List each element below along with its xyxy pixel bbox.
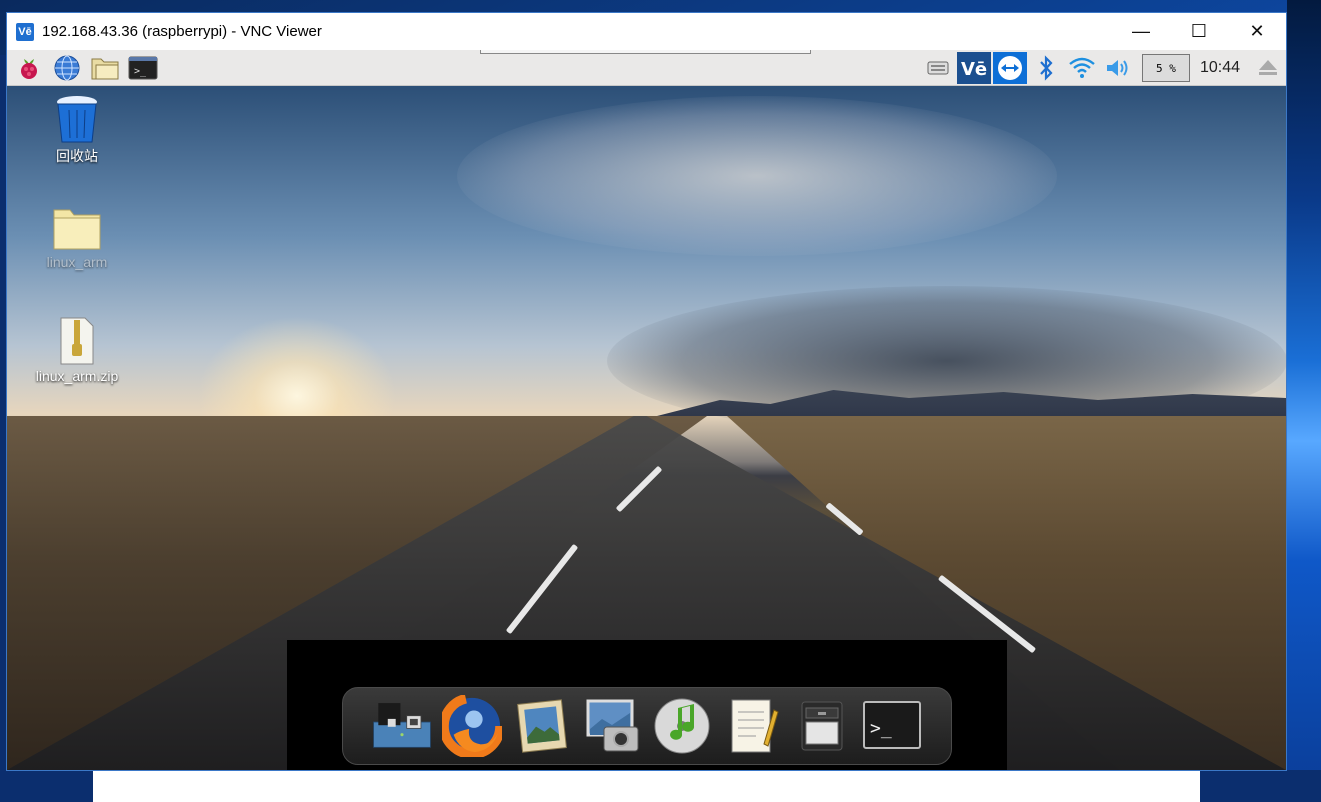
- raspberry-menu-icon[interactable]: [13, 53, 45, 83]
- minimize-button[interactable]: —: [1112, 13, 1170, 50]
- web-browser-icon[interactable]: [51, 53, 83, 83]
- raspberry-pi-taskbar: >_ Vē 5 % 10:44: [7, 50, 1286, 86]
- music-player-icon[interactable]: [652, 695, 712, 757]
- window-controls: — ☐ ✕: [1112, 13, 1286, 50]
- windows-desktop-background: [1287, 0, 1321, 802]
- volume-icon[interactable]: [1100, 53, 1136, 83]
- cpu-usage-monitor[interactable]: 5 %: [1141, 54, 1190, 82]
- desktop-icon-linux-arm-folder[interactable]: linux_arm: [27, 206, 127, 270]
- bluetooth-icon[interactable]: [1028, 53, 1064, 83]
- close-button[interactable]: ✕: [1228, 13, 1286, 50]
- eject-icon[interactable]: [1250, 53, 1286, 83]
- dock-items: >_: [372, 695, 922, 757]
- folder-icon: [53, 209, 101, 250]
- photo-manager-icon[interactable]: [582, 695, 642, 757]
- desktop-icon-linux-arm-zip[interactable]: linux_arm.zip: [27, 316, 127, 384]
- raspberry-pi-desktop: 回收站 linux_arm linux_arm.zip >_: [7, 86, 1286, 770]
- panel-window-list-strip: [480, 50, 811, 54]
- maximize-button[interactable]: ☐: [1170, 13, 1228, 50]
- vnc-viewer-window: Vē 192.168.43.36 (raspberrypi) - VNC Vie…: [6, 12, 1287, 771]
- window-title: 192.168.43.36 (raspberrypi) - VNC Viewer: [42, 23, 322, 40]
- wallpaper-cloud: [457, 96, 1057, 256]
- wifi-icon[interactable]: [1064, 53, 1100, 83]
- desktop-icon-trash[interactable]: 回收站: [27, 94, 127, 166]
- window-titlebar[interactable]: Vē 192.168.43.36 (raspberrypi) - VNC Vie…: [7, 13, 1286, 50]
- panel-launchers: >_: [13, 53, 159, 83]
- svg-text:>_: >_: [870, 718, 892, 739]
- zip-archive-icon: [60, 317, 94, 365]
- file-cabinet-icon[interactable]: [792, 695, 852, 757]
- keyboard-icon[interactable]: [920, 53, 956, 83]
- text-editor-icon[interactable]: [722, 695, 782, 757]
- background-window-panel: [93, 770, 1200, 802]
- system-tray: Vē 5 % 10:44: [920, 52, 1286, 84]
- firefox-icon[interactable]: [442, 695, 502, 757]
- show-desktop-icon[interactable]: [372, 695, 432, 757]
- file-manager-icon[interactable]: [89, 53, 121, 83]
- dock-container: >_: [287, 640, 1007, 770]
- terminal-icon[interactable]: >_: [127, 53, 159, 83]
- image-viewer-icon[interactable]: [512, 695, 572, 757]
- trash-icon: [57, 96, 97, 143]
- vnc-viewer-app-icon[interactable]: Vē: [16, 22, 34, 41]
- svg-text:>_: >_: [134, 66, 147, 77]
- vnc-server-icon[interactable]: Vē: [956, 52, 992, 84]
- teamviewer-icon[interactable]: [992, 52, 1028, 84]
- desktop-icon-label: linux_arm: [46, 254, 108, 270]
- desktop-icon-label: 回收站: [56, 148, 98, 164]
- clock[interactable]: 10:44: [1200, 59, 1240, 77]
- terminal-icon[interactable]: >_: [862, 695, 922, 757]
- desktop-icon-label: linux_arm.zip: [35, 368, 119, 384]
- svg-text:Vē: Vē: [961, 59, 987, 80]
